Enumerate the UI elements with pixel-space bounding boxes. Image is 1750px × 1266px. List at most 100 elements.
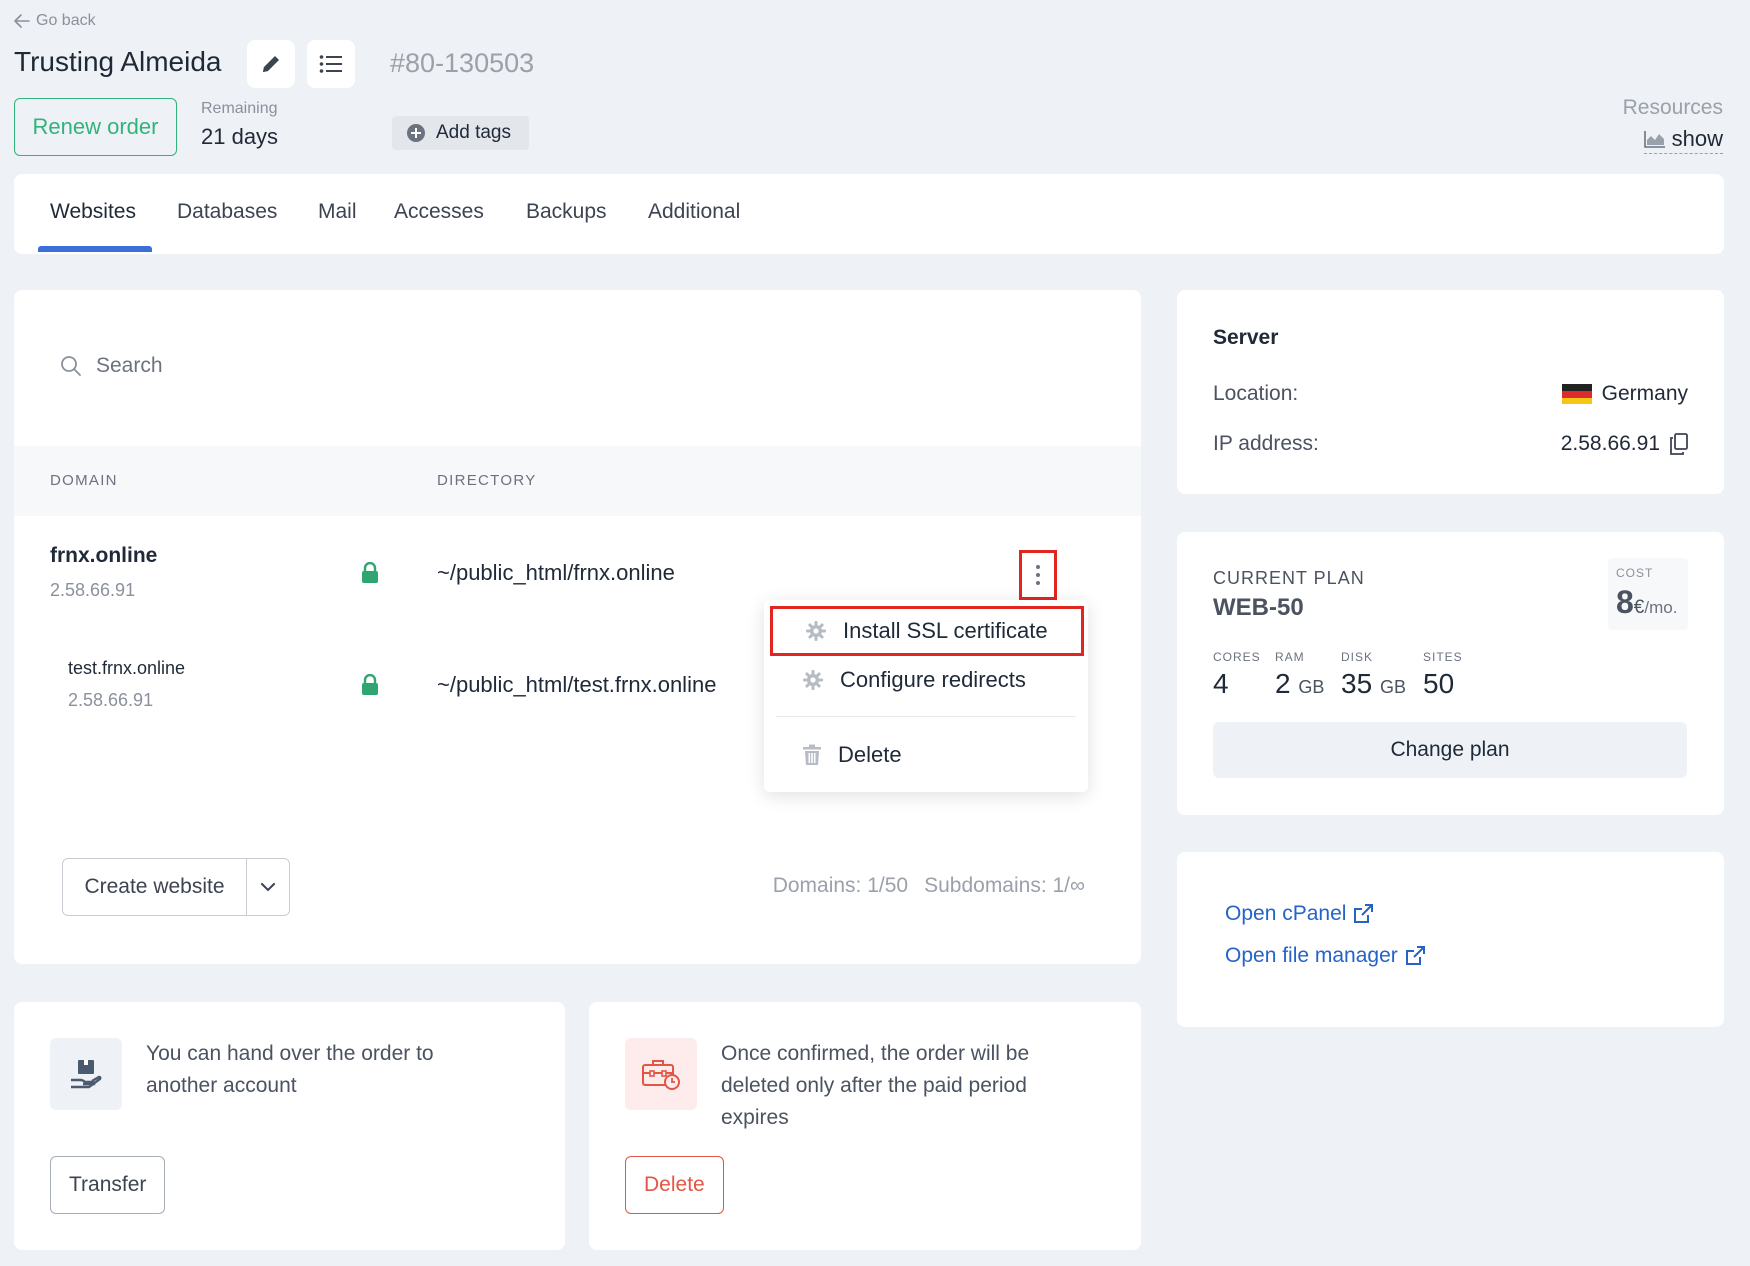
create-website-button[interactable]: Create website (63, 859, 247, 915)
menu-item-configure-redirects[interactable]: Configure redirects (764, 655, 1088, 705)
create-website-split-button: Create website (62, 858, 290, 916)
area-chart-icon (1643, 131, 1665, 148)
add-tags-button[interactable]: Add tags (392, 116, 529, 150)
spec-label: DISK (1341, 650, 1374, 664)
domain-ip: 2.58.66.91 (50, 580, 136, 600)
go-back-label: Go back (36, 12, 96, 29)
add-tags-label: Add tags (436, 122, 511, 143)
spec-value-wrap: 2 GB (1275, 668, 1324, 700)
spec-ram: RAM 2 GB (1275, 650, 1324, 700)
server-title: Server (1213, 326, 1279, 349)
remaining-label: Remaining (201, 100, 278, 117)
spec-label: SITES (1423, 650, 1463, 664)
column-directory: DIRECTORY (437, 472, 537, 489)
page-title: Trusting Almeida (14, 46, 222, 77)
plus-circle-icon (407, 124, 425, 142)
order-number: #80-130503 (390, 48, 535, 78)
spec-sites: SITES 50 (1423, 650, 1463, 700)
spec-cores: CORES 4 (1213, 650, 1261, 700)
open-cpanel-link[interactable]: Open cPanel (1225, 902, 1374, 926)
resources-show-link[interactable]: show (1643, 126, 1723, 154)
open-cpanel-label: Open cPanel (1225, 902, 1347, 925)
search-input[interactable]: Search (60, 354, 163, 378)
directory-path: ~/public_html/test.frnx.online (437, 672, 717, 697)
cost-box: COST 8€/mo. (1608, 558, 1688, 630)
spec-value: 50 (1423, 668, 1455, 699)
resources-label: Resources (1622, 96, 1723, 119)
quick-links-card: Open cPanel Open file manager (1177, 852, 1724, 1027)
row-actions-button[interactable] (1019, 550, 1057, 600)
create-website-dropdown[interactable] (247, 859, 289, 915)
domains-count: Domains: 1/50 (772, 874, 909, 897)
menu-item-label: Configure redirects (840, 667, 1026, 692)
tab-databases[interactable]: Databases (177, 200, 277, 224)
plan-label: CURRENT PLAN (1213, 568, 1365, 588)
subdomains-count: Subdomains: 1/∞ (924, 874, 1085, 897)
tab-mail[interactable]: Mail (318, 200, 357, 224)
transfer-button[interactable]: Transfer (50, 1156, 166, 1214)
spec-label: CORES (1213, 650, 1261, 664)
open-file-manager-link[interactable]: Open file manager (1225, 944, 1426, 968)
external-link-icon (1354, 904, 1374, 923)
tab-websites[interactable]: Websites (50, 200, 136, 224)
germany-flag-icon (1561, 384, 1592, 404)
spec-label: RAM (1275, 650, 1305, 664)
tab-accesses[interactable]: Accesses (394, 200, 484, 224)
cost-period: /mo. (1644, 598, 1678, 617)
ip-label: IP address: (1213, 432, 1319, 455)
delete-description: Once confirmed, the order will be delete… (721, 1042, 1030, 1129)
table-header: DOMAIN DIRECTORY (14, 446, 1141, 516)
menu-item-install-ssl[interactable]: Install SSL certificate (770, 606, 1084, 656)
search-icon (61, 356, 81, 376)
delete-order-card: Once confirmed, the order will be delete… (589, 1002, 1141, 1250)
menu-item-delete[interactable]: Delete (764, 730, 1088, 780)
location-label: Location: (1213, 382, 1299, 405)
trash-icon (803, 744, 821, 765)
ip-value: 2.58.66.91 (1561, 432, 1688, 456)
location-text: Germany (1601, 382, 1688, 405)
edit-button[interactable] (247, 40, 295, 88)
pencil-icon (263, 56, 279, 72)
transfer-description: You can hand over the order to another a… (146, 1042, 434, 1097)
domain-name[interactable]: frnx.online (50, 544, 157, 568)
spec-unit: GB (1298, 677, 1325, 697)
subdomain-name[interactable]: test.frnx.online (68, 658, 185, 679)
delete-order-button[interactable]: Delete (625, 1156, 724, 1214)
cost-amount: 8 (1616, 584, 1634, 620)
copy-icon[interactable] (1670, 433, 1688, 455)
change-plan-button[interactable]: Change plan (1213, 722, 1687, 778)
subdomain-ip: 2.58.66.91 (68, 690, 154, 710)
column-domain: DOMAIN (50, 472, 118, 489)
transfer-card: You can hand over the order to another a… (14, 1002, 565, 1250)
transfer-box-icon (50, 1038, 122, 1110)
cost-currency: € (1633, 597, 1645, 618)
lock-icon (362, 562, 378, 583)
spec-value: 2 (1275, 668, 1291, 699)
remaining-value: 21 days (201, 124, 279, 149)
plan-card: CURRENT PLAN WEB-50 COST 8€/mo. CORES 4 … (1177, 532, 1724, 815)
search-placeholder: Search (96, 354, 163, 377)
server-card: Server Location: Germany IP address: 2.5… (1177, 290, 1724, 494)
go-back-link[interactable]: Go back (14, 12, 96, 30)
gear-icon (806, 621, 826, 641)
tab-backups[interactable]: Backups (526, 200, 607, 224)
list-button[interactable] (307, 40, 355, 88)
tab-additional[interactable]: Additional (648, 200, 740, 224)
briefcase-clock-icon (625, 1038, 697, 1110)
menu-item-label: Install SSL certificate (843, 618, 1048, 643)
renew-order-button[interactable]: Renew order (14, 98, 177, 156)
lock-icon (362, 674, 378, 695)
tabs-bar: Websites Databases Mail Accesses Backups… (14, 174, 1724, 254)
active-tab-indicator (38, 246, 152, 252)
spec-value: 35 (1341, 668, 1373, 699)
spec-value-wrap: 35 GB (1341, 668, 1406, 700)
chevron-down-icon (261, 882, 275, 891)
location-value: Germany (1561, 382, 1688, 406)
cost-value: 8€/mo. (1616, 584, 1677, 621)
ip-text: 2.58.66.91 (1560, 432, 1660, 455)
arrow-left-icon (14, 14, 30, 28)
spec-disk: DISK 35 GB (1341, 650, 1406, 700)
kebab-menu-icon (1036, 565, 1040, 585)
menu-divider (776, 716, 1076, 717)
external-link-icon (1405, 946, 1425, 965)
